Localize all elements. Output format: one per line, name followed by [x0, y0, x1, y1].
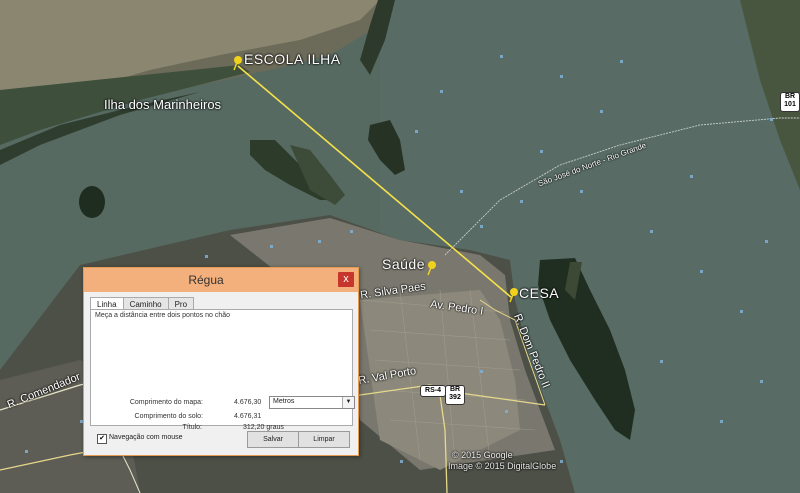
place-label-escola[interactable]: ESCOLA ILHA [244, 51, 341, 67]
ground-length-label: Comprimento do solo: [134, 413, 203, 420]
place-label-marinheiros[interactable]: Ilha dos Marinheiros [104, 97, 221, 112]
units-select[interactable]: Metros ▼ [269, 396, 355, 409]
highway-shield-br101: BR 101 [780, 92, 800, 112]
highway-shield-br392: BR 392 [445, 385, 465, 405]
place-label-cesa[interactable]: CESA [519, 285, 559, 301]
image-credit-label: Image © 2015 DigitalGlobe [448, 461, 557, 471]
mouse-navigation-checkbox[interactable]: ✔ [97, 434, 107, 444]
dialog-titlebar[interactable]: Régua x [84, 268, 358, 292]
clear-button[interactable]: Limpar [298, 431, 350, 448]
dialog-title: Régua [188, 273, 224, 287]
heading-label: Título: [182, 424, 202, 431]
close-button[interactable]: x [338, 272, 354, 287]
description-text: Meça a distância entre dois pontos no ch… [95, 312, 231, 319]
map-length-label: Comprimento do mapa: [129, 399, 203, 406]
copyright-label: © 2015 Google [452, 450, 513, 460]
map-length-value: 4.676,30 [234, 399, 262, 406]
highway-shield-rs4: RS-4 [420, 385, 446, 397]
ground-length-value: 4.676,31 [234, 413, 262, 420]
tab-panel: Meça a distância entre dois pontos no ch… [90, 309, 355, 426]
chevron-down-icon[interactable]: ▼ [342, 397, 354, 408]
units-selected: Metros [273, 398, 295, 405]
heading-value: 312,20 graus [243, 424, 284, 431]
mouse-navigation-label: Navegação com mouse [109, 434, 183, 441]
ruler-dialog[interactable]: Régua x Linha Caminho Pro Meça a distância… [83, 267, 359, 456]
tab-bar: Linha Caminho Pro [90, 294, 195, 313]
save-button[interactable]: Salvar [247, 431, 299, 448]
place-label-saude[interactable]: Saúde [382, 256, 425, 272]
